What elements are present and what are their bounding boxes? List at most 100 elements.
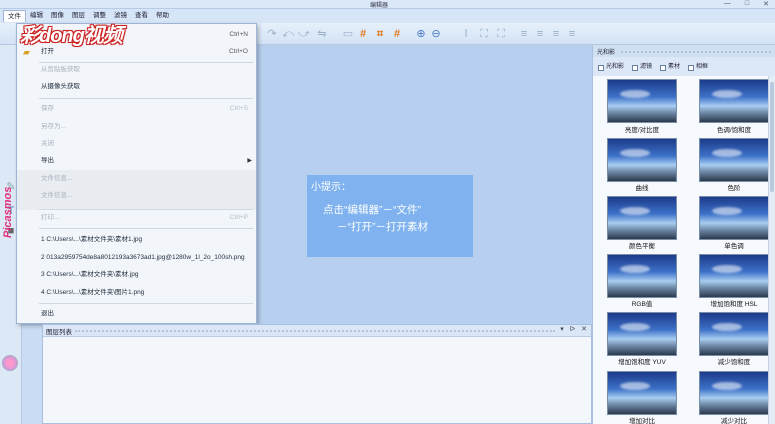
- effect-label: 亮度/对比度: [624, 127, 660, 134]
- tip-box: 小提示： 点击“编辑器”－“文件” －“打开”－打开素材: [307, 175, 473, 257]
- tab-materials[interactable]: 素材: [660, 61, 680, 74]
- grid-icon[interactable]: #: [357, 28, 369, 40]
- tab-light-shadow[interactable]: 光和影: [598, 61, 624, 74]
- crop-icon[interactable]: ⌗: [374, 28, 386, 40]
- menu-item-file-info-2[interactable]: 文件信息...: [17, 188, 256, 204]
- tab-label: 相框: [696, 64, 709, 70]
- effect-label: 减少对比: [721, 418, 747, 424]
- effect-label: 增加饱和度 YUV: [618, 359, 666, 366]
- menu-item-label: 文件信息...: [41, 192, 73, 199]
- grip-dots[interactable]: [621, 51, 771, 53]
- window-title: 编辑器: [370, 3, 389, 9]
- menu-item-file-info[interactable]: 文件信息...: [17, 171, 256, 187]
- zoom-out-icon[interactable]: ⊖: [430, 28, 442, 40]
- dropdown-icon[interactable]: ▾: [560, 325, 564, 333]
- tab-icon: [660, 64, 667, 71]
- recent-file-3[interactable]: 3 C:\Users\...\素材文件夹\素材.jpg: [17, 267, 256, 283]
- effect-label: 颜色平衡: [629, 243, 655, 250]
- brand-text: 彩dong视频: [20, 24, 123, 47]
- menu-item-label: 从摄像头获取: [41, 83, 80, 90]
- menu-item-from-camera[interactable]: 从摄像头获取: [17, 79, 256, 95]
- effect-thumbnail[interactable]: [699, 371, 769, 415]
- align-bottom-icon[interactable]: ≡: [566, 28, 578, 40]
- align-right-icon[interactable]: ≡: [550, 28, 562, 40]
- effects-panel: 光和影 光和影 滤镜 素材 相框 亮度/对比度 色调/饱和度 曲线 色阶 颜色平…: [592, 45, 775, 424]
- menu-item-save[interactable]: 保存 Ctrl+S: [17, 101, 256, 117]
- maximize-button[interactable]: □: [745, 0, 749, 8]
- recent-file-4[interactable]: 4 C:\Users\...\素材文件夹\图片1.png: [17, 285, 256, 301]
- align-center-icon[interactable]: ≡: [534, 28, 546, 40]
- effect-thumbnail[interactable]: [699, 254, 769, 298]
- menu-separator: [39, 98, 253, 99]
- tab-filters[interactable]: 滤镜: [632, 61, 652, 74]
- menu-item-close[interactable]: 关闭: [17, 136, 256, 152]
- menu-item-label: 导出: [41, 157, 54, 164]
- align-left-icon[interactable]: ≡: [518, 28, 530, 40]
- redo-icon[interactable]: ↷: [266, 28, 278, 40]
- effect-thumbnail[interactable]: [607, 79, 677, 123]
- panel-controls: ▾ ᐅ ✕: [560, 325, 587, 333]
- close-button[interactable]: ✕: [763, 0, 769, 8]
- effect-label: 单色调: [724, 243, 744, 250]
- effect-thumbnail[interactable]: [607, 312, 677, 356]
- recent-file-label: 1 C:\Users\...\素材文件夹\素材1.jpg: [41, 236, 143, 243]
- menu-separator: [39, 303, 253, 304]
- effects-scrollbar[interactable]: [768, 76, 775, 424]
- effect-thumbnail[interactable]: [607, 254, 677, 298]
- zoom-in-icon[interactable]: ⊕: [415, 28, 427, 40]
- effect-thumbnail[interactable]: [607, 196, 677, 240]
- effects-panel-header: 光和影: [593, 45, 775, 57]
- effect-thumbnail[interactable]: [699, 79, 769, 123]
- effect-thumbnail[interactable]: [699, 138, 769, 182]
- actual-size-icon[interactable]: ⛶: [495, 28, 507, 40]
- fit-icon[interactable]: ⛶: [478, 28, 490, 40]
- resize-icon[interactable]: #: [391, 28, 403, 40]
- menu-help[interactable]: 帮助: [152, 10, 173, 22]
- menu-item-label: 另存为...: [41, 123, 66, 130]
- select-icon[interactable]: ▭: [342, 28, 354, 40]
- close-icon[interactable]: ✕: [581, 325, 587, 333]
- tab-label: 滤镜: [640, 64, 653, 70]
- effect-thumbnail[interactable]: [699, 312, 769, 356]
- tab-frames[interactable]: 相框: [688, 61, 708, 74]
- effects-tabs: 光和影 滤镜 素材 相框: [593, 61, 775, 74]
- effect-label: RGB值: [631, 301, 653, 308]
- pin-icon[interactable]: ᐅ: [570, 325, 575, 333]
- minimize-button[interactable]: —: [724, 0, 731, 8]
- menu-item-save-as[interactable]: 另存为...: [17, 119, 256, 135]
- recent-file-2[interactable]: 2 013a2959754de8a8012193a3673ad1.jpg@128…: [17, 250, 256, 266]
- effect-thumbnail[interactable]: [607, 138, 677, 182]
- menu-item-export[interactable]: 导出 ▶: [17, 153, 256, 169]
- recent-file-label: 2 013a2959754de8a8012193a3673ad1.jpg@128…: [41, 254, 245, 261]
- recent-file-1[interactable]: 1 C:\Users\...\素材文件夹\素材1.jpg: [17, 232, 256, 248]
- flip-icon[interactable]: ⇋: [316, 28, 328, 40]
- tab-label: 光和影: [606, 64, 625, 70]
- effect-thumbnail[interactable]: [699, 196, 769, 240]
- scrollbar-thumb[interactable]: [770, 82, 774, 192]
- tab-icon: [688, 64, 695, 71]
- menu-item-shortcut: Ctrl+O: [229, 48, 248, 55]
- brush-icon[interactable]: ǀ: [460, 28, 472, 40]
- grip-dots[interactable]: [75, 330, 555, 332]
- brand-logo: 彩dong视频: [20, 18, 123, 48]
- rotate-left-icon[interactable]: ⤺: [282, 28, 294, 40]
- menu-item-label: 保存: [41, 105, 54, 112]
- recent-file-label: 3 C:\Users\...\素材文件夹\素材.jpg: [41, 271, 139, 278]
- layer-panel-header: 图层列表 ▾ ᐅ ✕: [43, 325, 591, 337]
- menu-item-print[interactable]: 打印... Ctrl+P: [17, 210, 256, 226]
- file-menu: Ctrl+N ▰ 打开 Ctrl+O 从剪贴板获取 从摄像头获取 保存 Ctrl…: [16, 23, 257, 324]
- menu-item-shortcut: Ctrl+P: [229, 214, 248, 221]
- effects-grid: 亮度/对比度 色调/饱和度 曲线 色阶 颜色平衡 单色调 RGB值 增加饱和度 …: [593, 76, 769, 424]
- menu-item-from-clipboard[interactable]: 从剪贴板获取: [17, 62, 256, 78]
- menu-view[interactable]: 查看: [131, 10, 152, 22]
- window-controls: — □ ✕: [724, 0, 769, 8]
- layer-panel-title: 图层列表: [46, 329, 72, 336]
- effect-thumbnail[interactable]: [607, 371, 677, 415]
- tip-title: 小提示：: [311, 182, 351, 193]
- recent-file-label: 4 C:\Users\...\素材文件夹\图片1.png: [41, 289, 145, 296]
- effect-label: 增加对比: [629, 418, 655, 424]
- menu-item-shortcut: Ctrl+N: [229, 31, 248, 38]
- rotate-right-icon[interactable]: ⤻: [298, 28, 310, 40]
- menu-item-label: 打印...: [41, 214, 60, 221]
- menu-item-exit[interactable]: 退出: [17, 306, 256, 322]
